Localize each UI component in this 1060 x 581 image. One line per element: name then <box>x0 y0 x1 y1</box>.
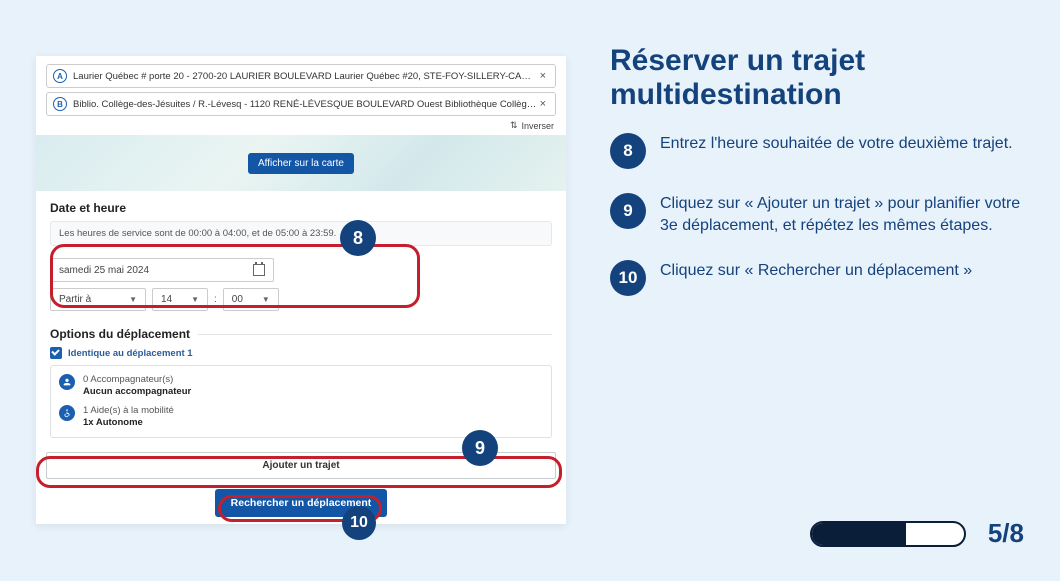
callout-badge-10: 10 <box>342 506 376 540</box>
origin-address-text: Laurier Québec # porte 20 - 2700-20 LAUR… <box>73 71 537 82</box>
depart-mode-select[interactable]: Partir à ▼ <box>50 288 146 311</box>
show-on-map-button[interactable]: Afficher sur la carte <box>248 153 354 174</box>
callout-badge-8: 8 <box>340 220 376 256</box>
map-preview: Afficher sur la carte <box>36 135 566 191</box>
instructions-panel: Réserver un trajet multidestination 8 En… <box>610 44 1030 320</box>
page-total: 8 <box>1010 518 1024 548</box>
step-badge-9: 9 <box>610 193 646 229</box>
step-9-row: 9 Cliquez sur « Ajouter un trajet » pour… <box>610 193 1030 236</box>
page-indicator: 5/8 <box>988 518 1024 549</box>
options-heading: Options du déplacement <box>50 327 190 341</box>
step-8-row: 8 Entrez l'heure souhaitée de votre deux… <box>610 133 1030 169</box>
identical-trip-checkbox[interactable]: Identique au déplacement 1 <box>50 347 552 359</box>
callout-badge-9: 9 <box>462 430 498 466</box>
origin-address-input[interactable]: A Laurier Québec # porte 20 - 2700-20 LA… <box>46 64 556 88</box>
companion-count: 0 Accompagnateur(s) <box>83 374 173 385</box>
wheelchair-icon <box>59 405 75 421</box>
step-badge-8: 8 <box>610 133 646 169</box>
companion-detail: Aucun accompagnateur <box>83 386 191 397</box>
companion-row: 0 Accompagnateur(s) Aucun accompagnateur <box>59 374 543 399</box>
progress-fill <box>812 523 906 545</box>
destination-address-input[interactable]: B Biblio. Collège-des-Jésuites / R.-Léve… <box>46 92 556 116</box>
options-section: Options du déplacement Identique au dépl… <box>36 325 566 444</box>
page-current: 5 <box>988 518 1002 548</box>
mobility-aid-count: 1 Aide(s) à la mobilité <box>83 405 174 416</box>
step-badge-10: 10 <box>610 260 646 296</box>
calendar-icon <box>253 264 265 276</box>
checkbox-checked-icon <box>50 347 62 359</box>
minute-value: 00 <box>232 294 243 305</box>
mobility-aid-row: 1 Aide(s) à la mobilité 1x Autonome <box>59 405 543 430</box>
mobility-aid-detail: 1x Autonome <box>83 417 143 428</box>
depart-mode-value: Partir à <box>59 294 91 305</box>
chevron-down-icon: ▼ <box>129 295 137 304</box>
minute-select[interactable]: 00 ▼ <box>223 288 279 311</box>
chevron-down-icon: ▼ <box>262 295 270 304</box>
hour-value: 14 <box>161 294 172 305</box>
hour-select[interactable]: 14 ▼ <box>152 288 208 311</box>
people-icon <box>59 374 75 390</box>
origin-marker-icon: A <box>53 69 67 83</box>
service-hours-note: Les heures de service sont de 00:00 à 04… <box>50 221 552 246</box>
datetime-heading: Date et heure <box>50 201 552 215</box>
datetime-controls: samedi 25 mai 2024 Partir à ▼ 14 ▼ : 00 … <box>50 252 552 319</box>
identical-trip-label: Identique au déplacement 1 <box>68 348 193 359</box>
step-10-row: 10 Cliquez sur « Rechercher un déplaceme… <box>610 260 1030 296</box>
trip-options-card: 0 Accompagnateur(s) Aucun accompagnateur… <box>50 365 552 438</box>
pager: 5/8 <box>810 518 1024 549</box>
destination-address-text: Biblio. Collège-des-Jésuites / R.-Lévesq… <box>73 99 537 110</box>
step-10-text: Cliquez sur « Rechercher un déplacement … <box>660 260 972 282</box>
clear-destination-icon[interactable]: × <box>537 98 549 110</box>
swap-addresses-link[interactable]: ⇅ Inverser <box>36 120 566 135</box>
chevron-down-icon: ▼ <box>191 295 199 304</box>
datetime-section: Date et heure Les heures de service sont… <box>36 191 566 325</box>
progress-bar <box>810 521 966 547</box>
swap-icon: ⇅ <box>510 120 518 131</box>
date-value: samedi 25 mai 2024 <box>59 265 149 276</box>
step-9-text: Cliquez sur « Ajouter un trajet » pour p… <box>660 193 1030 236</box>
page-title: Réserver un trajet multidestination <box>610 44 1030 111</box>
address-block: A Laurier Québec # porte 20 - 2700-20 LA… <box>36 56 566 116</box>
date-picker[interactable]: samedi 25 mai 2024 <box>50 258 274 282</box>
divider <box>198 334 552 335</box>
swap-label: Inverser <box>521 121 554 131</box>
time-row: Partir à ▼ 14 ▼ : 00 ▼ <box>50 288 552 311</box>
time-separator: : <box>214 294 217 305</box>
clear-origin-icon[interactable]: × <box>537 70 549 82</box>
destination-marker-icon: B <box>53 97 67 111</box>
step-8-text: Entrez l'heure souhaitée de votre deuxiè… <box>660 133 1013 155</box>
